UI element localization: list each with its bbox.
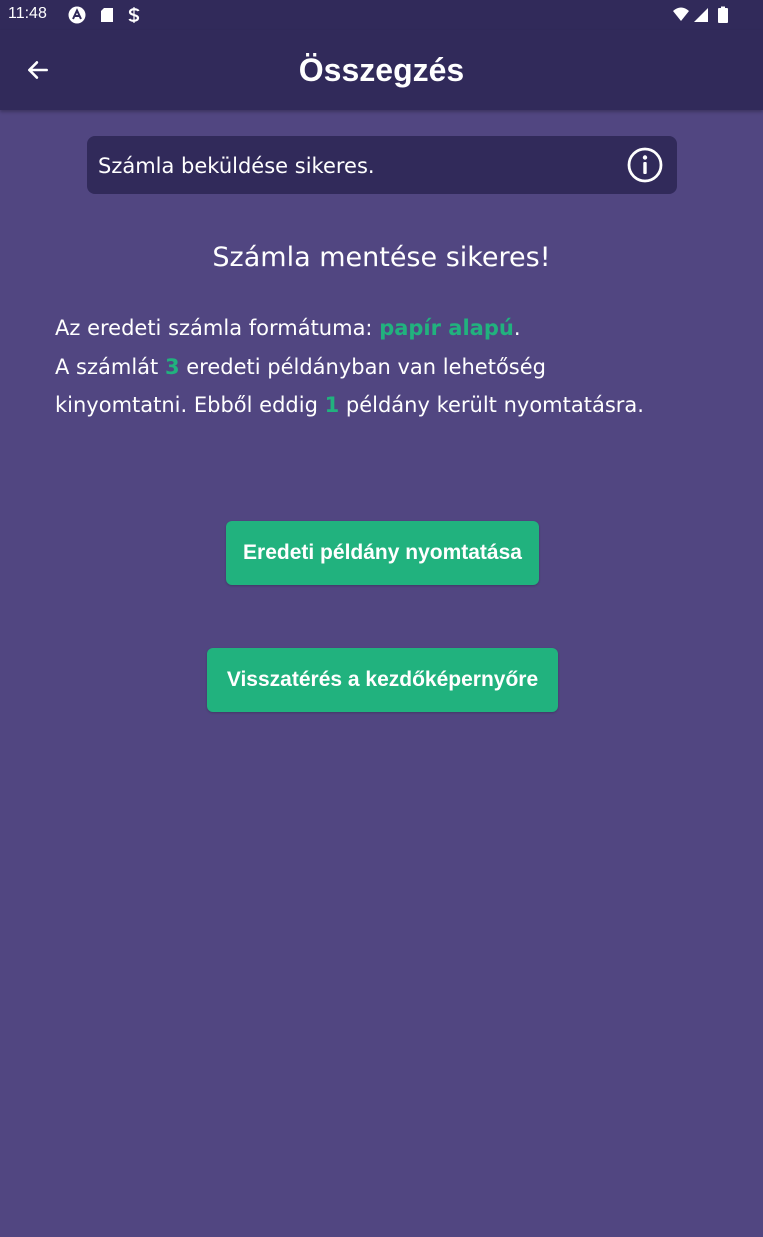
status-bar: 11:48: [0, 0, 763, 30]
copies-printed: 1: [324, 393, 340, 417]
wifi-icon: [673, 7, 689, 21]
back-to-home-button[interactable]: Visszatérés a kezdőképernyőre: [207, 648, 558, 712]
success-toast: Számla beküldése sikeres.: [87, 136, 677, 194]
status-time: 11:48: [8, 5, 47, 22]
format-prefix: Az eredeti számla formátuma:: [55, 316, 380, 340]
print-original-button[interactable]: Eredeti példány nyomtatása: [226, 521, 539, 585]
app-bar: Összegzés: [0, 30, 763, 110]
battery-icon: [718, 6, 728, 23]
copies-prefix: A számlát: [55, 354, 165, 379]
invoice-summary-text: Az eredeti számla formátuma: papír alapú…: [55, 309, 675, 425]
a-circle-icon: [68, 6, 86, 24]
s-sync-icon: [128, 7, 140, 23]
copies-total: 3: [164, 354, 180, 379]
format-value: papír alapú: [379, 316, 514, 340]
sd-card-icon: [101, 8, 113, 22]
copies-suffix: példány került nyomtatásra.: [339, 393, 644, 417]
success-heading: Számla mentése sikeres!: [212, 242, 551, 273]
toast-message: Számla beküldése sikeres.: [98, 154, 375, 178]
page-title: Összegzés: [298, 52, 465, 88]
format-suffix: .: [513, 316, 521, 340]
signal-icon: [694, 8, 708, 22]
info-icon[interactable]: [627, 147, 663, 183]
